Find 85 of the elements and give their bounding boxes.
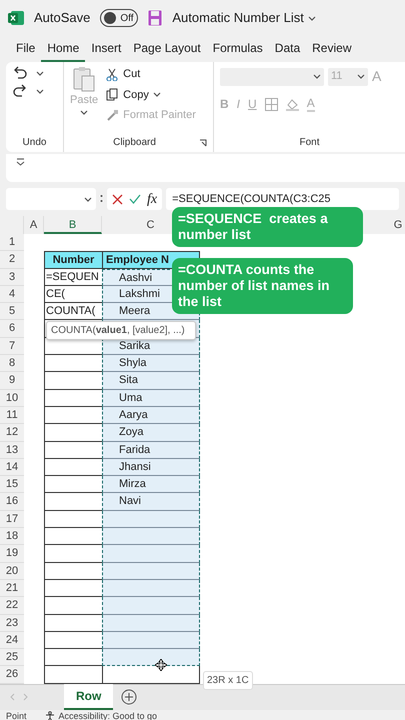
menu-tab[interactable]: Page Layout (127, 36, 207, 62)
row-header[interactable]: 23 (0, 614, 24, 632)
selection-size-tooltip: 23R x 1C (203, 671, 253, 690)
menu-tab[interactable]: Data (268, 36, 306, 62)
row-header[interactable]: 11 (0, 406, 24, 424)
table-cell: Farida (102, 442, 200, 459)
row-header[interactable]: 26 (0, 666, 24, 684)
clipboard-command[interactable]: Copy (106, 86, 196, 103)
caret-icon (80, 108, 88, 116)
check-icon[interactable] (129, 194, 141, 204)
row-header[interactable]: 6 (0, 320, 24, 338)
clipboard-command[interactable]: Cut (106, 66, 196, 82)
accessibility-icon (44, 710, 55, 720)
row-header[interactable]: 10 (0, 390, 24, 407)
row-header[interactable]: 7 (0, 338, 24, 356)
row-header[interactable]: 14 (0, 458, 24, 476)
redo-icon[interactable] (12, 84, 28, 98)
menu-tab[interactable]: Insert (85, 36, 128, 62)
add-sheet-icon[interactable] (121, 689, 138, 706)
row-header[interactable]: 4 (0, 286, 24, 304)
font-name-field[interactable] (220, 68, 324, 86)
caret-icon (84, 196, 92, 202)
row-header[interactable]: 2 (0, 251, 24, 269)
caret-icon (313, 73, 321, 80)
autosave-label: AutoSave (34, 9, 90, 28)
table-cell: Navi (102, 493, 200, 511)
menu-tab[interactable]: File (10, 36, 42, 62)
expand-ribbon-icon[interactable] (16, 158, 25, 167)
dialog-launcher-icon[interactable] (199, 138, 207, 146)
status-mode: Point (6, 710, 27, 720)
group-label: Font (298, 136, 320, 150)
caret-icon (152, 91, 161, 98)
save-icon[interactable] (148, 10, 162, 26)
column-header[interactable]: G (391, 216, 405, 234)
row-header[interactable]: 15 (0, 476, 24, 494)
row-header[interactable]: 5 (0, 303, 24, 320)
spreadsheet-app-icon[interactable] (8, 10, 24, 26)
table-cell: Shyla (102, 355, 200, 372)
row-header[interactable]: 18 (0, 528, 24, 546)
column-header[interactable]: B (44, 216, 102, 234)
row-header[interactable]: 22 (0, 597, 24, 615)
table-cell: Aarya (102, 406, 200, 424)
menu-tab[interactable]: Review (306, 36, 358, 62)
table-cell: Number (44, 251, 102, 269)
table-cell: Sita (102, 372, 200, 390)
row-header[interactable]: 17 (0, 510, 24, 528)
callout-tooltip: =COUNTA counts the number of list names in the list (172, 258, 353, 314)
copy-icon (106, 88, 120, 102)
row-header[interactable]: 1 (0, 234, 24, 252)
callout-tooltip: =SEQUENCE creates a number list (172, 207, 363, 247)
clipboard-icon (73, 66, 96, 92)
insert-function-button[interactable]: fx (147, 188, 158, 210)
scissors-icon (106, 68, 120, 81)
row-header[interactable]: 21 (0, 580, 24, 598)
row-header[interactable]: 24 (0, 632, 24, 650)
row-header[interactable]: 12 (0, 424, 24, 442)
row-header[interactable]: 3 (0, 268, 24, 286)
caret-icon (308, 14, 316, 22)
move-cursor-icon (155, 659, 167, 672)
row-header[interactable]: 16 (0, 493, 24, 511)
function-tooltip: COUNTA(value1, [value2], ...) (46, 321, 196, 340)
undo-icon[interactable] (12, 66, 28, 80)
row-header[interactable]: 8 (0, 355, 24, 372)
caret-icon[interactable] (36, 70, 44, 76)
sheet-tab[interactable]: Row (64, 684, 114, 710)
row-header[interactable]: 25 (0, 649, 24, 666)
table-cell: Uma (102, 390, 200, 407)
brush-icon (106, 108, 120, 122)
group-label: Clipboard (112, 136, 157, 150)
column-header[interactable]: A (24, 216, 44, 234)
autosave-toggle[interactable]: Off (100, 9, 138, 27)
table-cell: Mirza (102, 476, 200, 494)
row-header[interactable]: 20 (0, 562, 24, 580)
cancel-icon[interactable] (112, 194, 123, 204)
table-cell: Jhansi (102, 458, 200, 476)
caret-icon (357, 73, 365, 80)
menu-tab[interactable]: Formulas (206, 36, 269, 62)
table-cell: Zoya (102, 424, 200, 442)
document-title[interactable]: Automatic Number List (172, 8, 316, 28)
row-header[interactable]: 9 (0, 372, 24, 390)
caret-icon[interactable] (36, 88, 44, 94)
more-icon (100, 194, 103, 204)
row-header[interactable]: 13 (0, 442, 24, 459)
group-label: Undo (22, 136, 48, 150)
row-header[interactable]: 19 (0, 545, 24, 563)
